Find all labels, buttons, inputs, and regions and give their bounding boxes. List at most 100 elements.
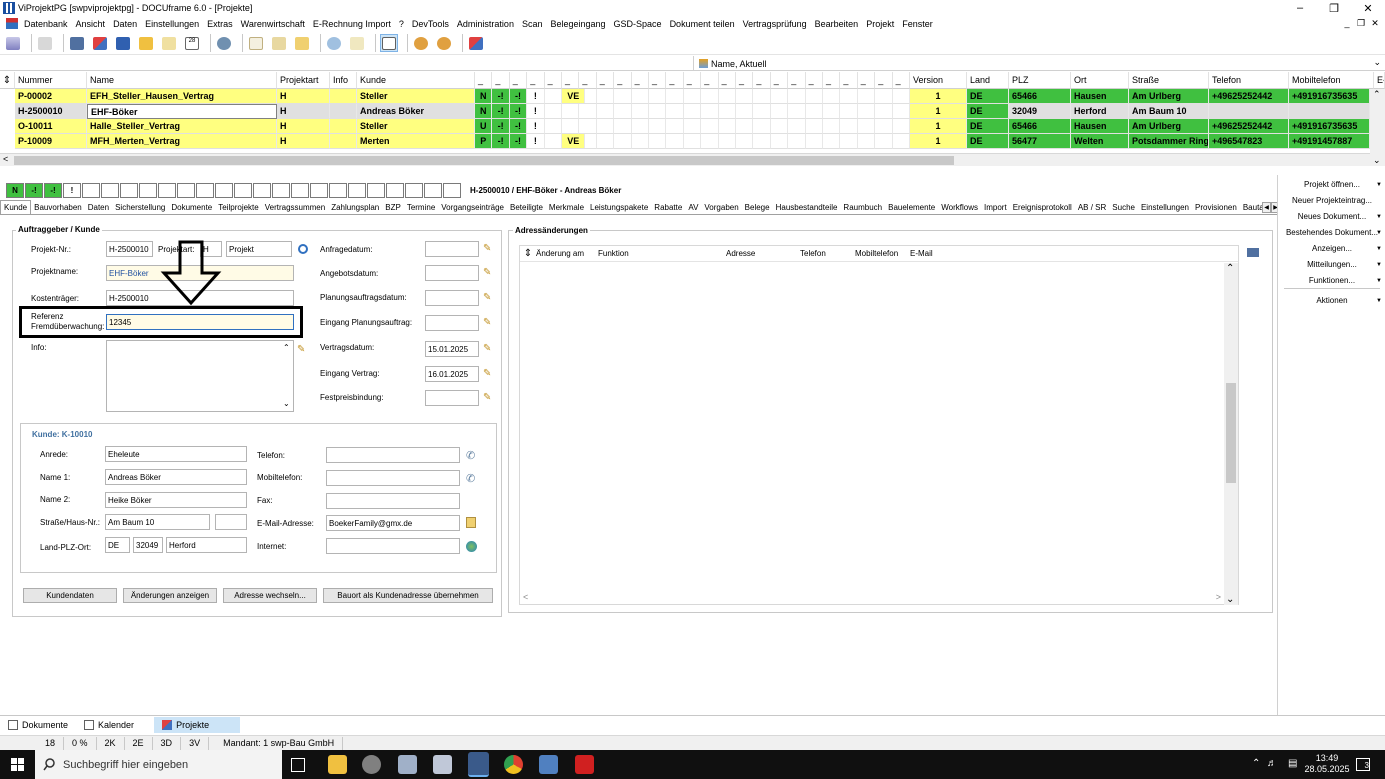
col-header-strasse[interactable]: Straße (1129, 72, 1209, 89)
col-header-flag[interactable]: _ (788, 72, 806, 89)
strasse-field[interactable]: Am Baum 10 (105, 514, 210, 530)
tab-einstellungen[interactable]: Einstellungen (1138, 201, 1192, 214)
phone-tool-button[interactable] (215, 34, 233, 52)
festpreis-edit-icon[interactable]: ✎ (483, 392, 491, 403)
col-header-flag[interactable]: _ (666, 72, 684, 89)
menu-fenster[interactable]: Fenster (898, 19, 937, 29)
menu-devtools[interactable]: DevTools (408, 19, 453, 29)
tab-vorgaben[interactable]: Vorgaben (701, 201, 741, 214)
vertrag-edit-icon[interactable]: ✎ (483, 343, 491, 354)
grid-vertical-scrollbar[interactable]: ⌃ ⌄ (1370, 89, 1385, 166)
menu-daten[interactable]: Daten (109, 19, 141, 29)
tab-teilprojekte[interactable]: Teilprojekte (215, 201, 261, 214)
col-header-flag[interactable]: _ (701, 72, 719, 89)
col-header-flag[interactable]: _ (475, 72, 493, 89)
col-header-flag[interactable]: _ (857, 72, 876, 89)
adress-horizontal-scrollbar[interactable]: < > (520, 592, 1224, 604)
name1-field[interactable]: Andreas Böker (105, 469, 247, 485)
scroll-top-icon[interactable]: ⌃ (1226, 263, 1234, 274)
tab-suche[interactable]: Suche (1109, 201, 1138, 214)
tag-tool-button[interactable] (137, 34, 155, 52)
col-header-flag[interactable]: _ (875, 72, 893, 89)
col-header-flag[interactable]: _ (544, 72, 562, 89)
col-header-telefon[interactable]: Telefon (1209, 72, 1289, 89)
anfrage-field[interactable] (425, 241, 479, 257)
taskbar-clock[interactable]: 13:49 28.05.2025 (1303, 753, 1351, 775)
vertrag-field[interactable]: 15.01.2025 (425, 341, 479, 357)
scroll-up-icon[interactable]: ⌃ (1373, 89, 1381, 100)
menu-scan[interactable]: Scan (518, 19, 547, 29)
tab-ab-sr[interactable]: AB / SR (1075, 201, 1109, 214)
table-row[interactable]: P-10009 MFH_Merten_Vertrag H Merten P -! -!! VE… (0, 134, 1370, 149)
action-anzeigen[interactable]: Anzeigen... ▼ (1278, 241, 1385, 256)
col-adresse[interactable]: Adresse (726, 249, 800, 258)
action-funktionen[interactable]: Funktionen... ▼ (1278, 273, 1385, 288)
col-header-flag[interactable]: _ (770, 72, 789, 89)
status-flag-empty[interactable] (348, 182, 366, 198)
address-card-tool-button[interactable] (68, 34, 86, 52)
status-flag-empty[interactable] (158, 182, 176, 198)
address-card-icon[interactable] (1247, 248, 1259, 257)
scroll-right-icon[interactable]: > (1216, 592, 1221, 602)
col-header-flag[interactable]: _ (753, 72, 771, 89)
search-tool-button[interactable] (325, 34, 343, 52)
tab-import[interactable]: Import (981, 201, 1010, 214)
project-tool-button[interactable] (91, 34, 109, 52)
speaker-icon[interactable]: ♬ (1267, 758, 1277, 769)
tab-beteiligte[interactable]: Beteiligte (507, 201, 546, 214)
status-flag-empty[interactable] (424, 182, 442, 198)
grid-horizontal-scrollbar[interactable]: < (0, 153, 1370, 166)
ort-field[interactable]: Herford (166, 537, 247, 553)
status-flag-empty[interactable] (120, 182, 138, 198)
adresse-wechseln-button[interactable]: Adresse wechseln... (223, 588, 317, 603)
tab-zahlungsplan[interactable]: Zahlungsplan (328, 201, 382, 214)
col-header-flag[interactable]: _ (736, 72, 754, 89)
menu-einstellungen[interactable]: Einstellungen (141, 19, 203, 29)
internet-field[interactable] (326, 538, 460, 554)
tab-vertragssummen[interactable]: Vertragssummen (262, 201, 328, 214)
col-header-flag[interactable]: _ (614, 72, 632, 89)
bottom-tab-projekte[interactable]: Projekte (154, 716, 241, 733)
eingang-planung-field[interactable] (425, 315, 479, 331)
tab-bauvorhaben[interactable]: Bauvorhaben (31, 201, 85, 214)
col-header-flag[interactable]: _ (492, 72, 510, 89)
menu-extras[interactable]: Extras (203, 19, 237, 29)
export-tool-button[interactable] (293, 34, 311, 52)
menu-belegeingang[interactable]: Belegeingang (546, 19, 609, 29)
angebot-edit-icon[interactable]: ✎ (483, 267, 491, 278)
col-mobiltelefon[interactable]: Mobiltelefon (855, 249, 910, 258)
bottom-tab-dokumente[interactable]: Dokumente (0, 717, 76, 733)
menu-vertragspruefung[interactable]: Vertragsprüfung (739, 19, 811, 29)
book-tool-button[interactable] (114, 34, 132, 52)
tab-av[interactable]: AV (685, 201, 701, 214)
sort-toggle-icon[interactable]: ⇕ (0, 72, 15, 89)
action-mitteilungen[interactable]: Mitteilungen... ▼ (1278, 257, 1385, 272)
tab-merkmale[interactable]: Merkmale (546, 201, 587, 214)
layout-tool-button[interactable] (380, 34, 398, 52)
notification-icon[interactable]: 3 (1356, 758, 1370, 771)
app-icon[interactable] (433, 755, 452, 774)
tab-hausbestandteile[interactable]: Hausbestandteile (773, 201, 841, 214)
app-icon[interactable] (539, 755, 558, 774)
anrede-field[interactable]: Eheleute (105, 446, 247, 462)
tab-vorgangseinträge[interactable]: Vorgangseinträge (438, 201, 507, 214)
anfrage-edit-icon[interactable]: ✎ (483, 243, 491, 254)
tab-kunde[interactable]: Kunde (0, 200, 32, 214)
projektnr-field[interactable]: H-2500010 (106, 241, 153, 257)
status-flag-empty[interactable] (253, 182, 271, 198)
settings-gear-icon[interactable] (362, 755, 381, 774)
col-header-land[interactable]: Land (967, 72, 1009, 89)
action-neues-dokument[interactable]: Neues Dokument... ▼ (1278, 209, 1385, 224)
new-doc-tool-button[interactable] (247, 34, 265, 52)
file-explorer-icon[interactable] (328, 755, 347, 774)
col-header-mobiltelefon[interactable]: Mobiltelefon (1289, 72, 1374, 89)
col-header-info[interactable]: Info (330, 72, 357, 89)
bottom-tab-kalender[interactable]: Kalender (76, 717, 142, 733)
scroll-left-icon[interactable]: < (523, 592, 528, 602)
col-header-flag[interactable]: _ (596, 72, 615, 89)
tab-termine[interactable]: Termine (404, 201, 438, 214)
action-aktionen[interactable]: Aktionen ▼ (1278, 293, 1385, 308)
info-textarea[interactable] (106, 340, 294, 412)
notes-tool-button[interactable] (160, 34, 178, 52)
col-header-flag[interactable]: _ (509, 72, 528, 89)
